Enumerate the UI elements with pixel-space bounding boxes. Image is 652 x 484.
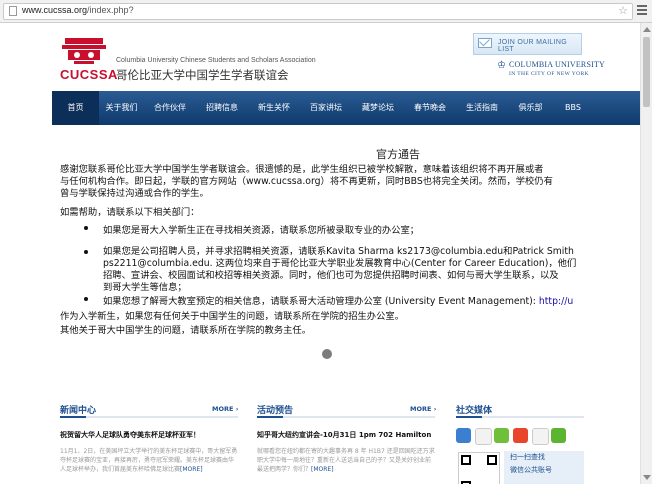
nav-spring-gala[interactable]: 春节晚会 bbox=[404, 91, 456, 125]
wechat-qr-code bbox=[458, 452, 500, 484]
notice-p2-line-1: 作为入学新生，如果您有任何关于中国学生的问题，请联系所在学院的招生办公室。 bbox=[60, 311, 404, 322]
news-section-title: 新闻中心 bbox=[60, 406, 97, 416]
scrollbar-thumb[interactable] bbox=[643, 37, 650, 107]
wechat-scan-text: 扫一扫查找 bbox=[510, 453, 545, 461]
bullet-new-students: 如果您是哥大入学新生正在寻找相关资源，请联系您所被录取专业的办公室； bbox=[103, 225, 420, 236]
wechat-account-text: 微信公共账号 bbox=[510, 466, 552, 474]
bullet-classroom-text: 如果您想了解哥大教室预定的相关信息，请联系哥大活动管理办公室 (Universi… bbox=[103, 296, 539, 307]
envelope-icon bbox=[478, 38, 492, 48]
notice-p1-line-1: 感谢您联系哥伦比亚大学中国学生学者联谊会。很遗憾的是，此学生组织已被学校解散，意… bbox=[60, 164, 544, 175]
events-headline[interactable]: 知乎哥大纽约宣讲会-10月31日 1pm 702 Hamilton bbox=[257, 430, 431, 440]
main-navigation: 首页 关于我们 合作伙伴 招聘信息 新生关怀 百家讲坛 藏梦论坛 春节晚会 生活… bbox=[52, 91, 640, 125]
notice-p1-line-3: 曾与学联保持过沟通或合作的学生。 bbox=[60, 188, 209, 199]
loading-indicator bbox=[322, 349, 332, 359]
nav-life-guide[interactable]: 生活指南 bbox=[456, 91, 508, 125]
nav-dream-forum[interactable]: 藏梦论坛 bbox=[352, 91, 404, 125]
social-section-title: 社交媒体 bbox=[456, 406, 493, 416]
renren-icon[interactable] bbox=[532, 428, 549, 445]
news-more-link[interactable]: MORE bbox=[212, 405, 238, 413]
browser-menu-icon[interactable] bbox=[637, 5, 647, 17]
events-more-link[interactable]: MORE bbox=[410, 405, 436, 413]
scroll-down-arrow-icon[interactable] bbox=[643, 475, 651, 480]
notice-p2-line-2: 其他关于哥大中国学生的问题，请联系所在学院的教务主任。 bbox=[60, 325, 312, 336]
news-readmore-link[interactable]: [MORE] bbox=[180, 466, 203, 473]
news-headline[interactable]: 祝贺留大华人足球队勇夺美东杯足球杯亚军！ bbox=[60, 430, 200, 440]
bullet-recruiters: 如果您是公司招聘人员，并寻求招聘相关资源，请联系Kavita Sharma ks… bbox=[103, 246, 576, 294]
bullet-dot-icon bbox=[84, 226, 88, 230]
columbia-crown-icon: ♔ bbox=[497, 60, 506, 71]
add-share-icon[interactable] bbox=[551, 428, 566, 443]
url-path: /index.php? bbox=[87, 5, 134, 15]
org-name-english: Columbia University Chinese Students and… bbox=[116, 57, 316, 64]
nav-home[interactable]: 首页 bbox=[52, 91, 99, 125]
page-icon bbox=[9, 6, 17, 16]
events-section-title: 活动预告 bbox=[257, 406, 294, 416]
events-divider bbox=[257, 416, 435, 418]
wechat-account-box: 扫一扫查找 微信公共账号 bbox=[504, 451, 584, 484]
org-name-chinese: 哥伦比亚大学中国学生学者联谊会 bbox=[116, 68, 289, 82]
browser-toolbar: www.cucssa.org/index.php? ☆ bbox=[0, 0, 652, 23]
join-mailing-list-button[interactable]: JOIN OUR MAILING LIST bbox=[473, 33, 582, 55]
bullet-recruiters-line-2: ps2211@columbia.edu. 这两位均来自于哥伦比亚大学职业发展教育… bbox=[103, 258, 577, 269]
help-intro: 如需帮助，请联系以下相关部门： bbox=[60, 207, 200, 218]
events-snippet-text: 就哪看您在纽约都在寄的大趣事务再 8 年 H1B7 还是回国吃还万求职大学中每一… bbox=[257, 448, 435, 473]
mailing-list-label: JOIN OUR MAILING LIST bbox=[498, 39, 567, 53]
logo-wordmark[interactable]: CUCSSA bbox=[60, 67, 118, 82]
bullet-dot-icon bbox=[84, 250, 88, 254]
bullet-classroom-booking: 如果您想了解哥大教室预定的相关信息，请联系哥大活动管理办公室 (Universi… bbox=[103, 293, 573, 307]
notice-paragraph-2: 作为入学新生，如果您有任何关于中国学生的问题，请联系所在学院的招生办公室。 其他… bbox=[60, 310, 404, 338]
favorite-star-icon[interactable] bbox=[456, 428, 471, 443]
social-divider bbox=[456, 416, 584, 418]
bookmark-star-icon[interactable]: ☆ bbox=[618, 4, 628, 17]
event-management-link[interactable]: http://u bbox=[539, 296, 573, 307]
columbia-university-subtitle: IN THE CITY OF NEW YORK bbox=[509, 71, 589, 77]
address-url: www.cucssa.org/index.php? bbox=[22, 5, 134, 15]
notice-paragraph-1: 感谢您联系哥伦比亚大学中国学生学者联谊会。很遗憾的是，此学生组织已被学校解散，意… bbox=[60, 164, 640, 200]
nav-freshman-care[interactable]: 新生关怀 bbox=[248, 91, 300, 125]
columbia-university-name[interactable]: COLUMBIA UNIVERSITY bbox=[509, 60, 605, 69]
url-host: www.cucssa.org bbox=[22, 5, 88, 15]
notice-p1-line-2: 与任何机构合作。即日起，学联的官方网站（www.cucssa.org）将不再更新… bbox=[60, 176, 553, 187]
nav-bbs[interactable]: BBS bbox=[553, 91, 593, 125]
news-snippet-text: 11月1、2日，在美国坪立大学举行的美东杯足球赛中，哥大留军勇夺杯足球赛的宝亚，… bbox=[60, 448, 238, 473]
wechat-icon[interactable] bbox=[494, 428, 509, 443]
nav-clubs[interactable]: 俱乐部 bbox=[508, 91, 553, 125]
nav-recruiting[interactable]: 招聘信息 bbox=[196, 91, 248, 125]
events-snippet: 就哪看您在纽约都在寄的大趣事务再 8 年 H1B7 还是回国吃还万求职大学中每一… bbox=[257, 447, 435, 474]
qq-icon[interactable] bbox=[475, 428, 492, 445]
bullet-recruiters-line-3: 招聘、宣讲会、校园面试和校招等相关资源。同时，他们也可为您提供招聘时间表、如何与… bbox=[103, 270, 559, 281]
nav-about-us[interactable]: 关于我们 bbox=[99, 91, 144, 125]
vertical-scrollbar[interactable] bbox=[640, 23, 652, 484]
web-page: CUCSSA Columbia University Chinese Stude… bbox=[0, 23, 640, 484]
bullet-recruiters-line-1: 如果您是公司招聘人员，并寻求招聘相关资源，请联系Kavita Sharma ks… bbox=[103, 246, 574, 257]
news-divider bbox=[60, 416, 238, 418]
bullet-dot-icon bbox=[84, 297, 88, 301]
news-snippet: 11月1、2日，在美国坪立大学举行的美东杯足球赛中，哥大留军勇夺杯足球赛的宝亚，… bbox=[60, 447, 238, 474]
nav-lecture-forum[interactable]: 百家讲坛 bbox=[300, 91, 352, 125]
address-bar[interactable]: www.cucssa.org/index.php? ☆ bbox=[3, 3, 633, 20]
events-readmore-link[interactable]: [MORE] bbox=[311, 466, 334, 473]
scroll-up-arrow-icon[interactable] bbox=[643, 27, 651, 32]
nav-partners[interactable]: 合作伙伴 bbox=[144, 91, 196, 125]
notice-title: 官方通告 bbox=[376, 148, 420, 161]
weibo-icon[interactable] bbox=[513, 428, 528, 443]
